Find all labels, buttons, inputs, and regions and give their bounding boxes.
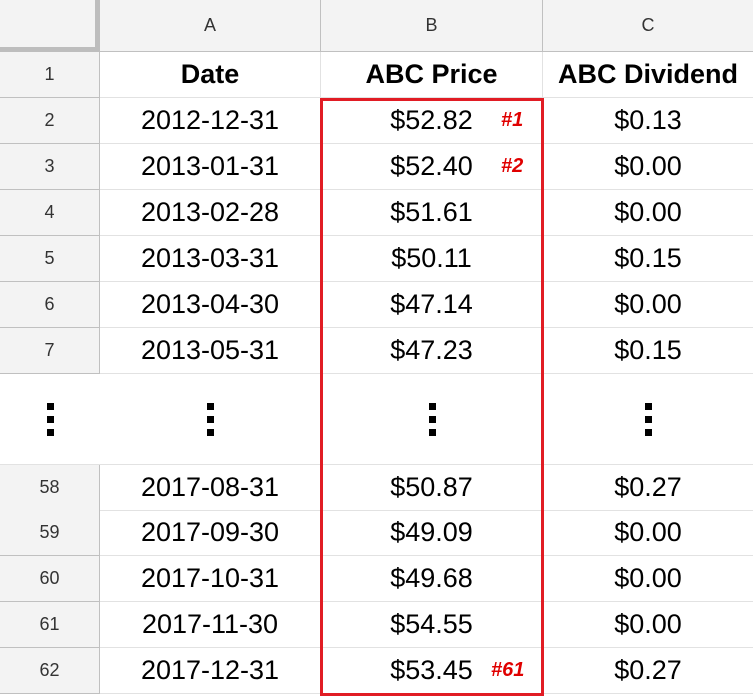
price-value: $53.45 [390, 655, 473, 685]
price-cell[interactable]: $49.68 [321, 556, 543, 602]
table-row: 5 2013-03-31 $50.11 $0.15 [0, 236, 753, 282]
column-header-a[interactable]: A [100, 0, 321, 52]
vertical-ellipsis-icon [46, 402, 54, 436]
price-cell[interactable]: $51.61 [321, 190, 543, 236]
ellipsis-rownum [0, 374, 100, 464]
price-cell[interactable]: $54.55 [321, 602, 543, 648]
dividend-cell[interactable]: $0.00 [543, 556, 753, 602]
row-number[interactable]: 3 [0, 144, 100, 190]
column-header-row: A B C [0, 0, 753, 52]
row-number[interactable]: 60 [0, 556, 100, 602]
spreadsheet-grid: A B C 1 Date ABC Price ABC Dividend 2 20… [0, 0, 753, 700]
price-cell[interactable]: $52.82 #1 [321, 98, 543, 144]
date-cell[interactable]: 2012-12-31 [100, 98, 321, 144]
date-cell[interactable]: 2013-03-31 [100, 236, 321, 282]
dividend-cell[interactable]: $0.15 [543, 328, 753, 374]
date-cell[interactable]: 2017-12-31 [100, 648, 321, 694]
date-cell[interactable]: 2017-10-31 [100, 556, 321, 602]
order-tag: #2 [501, 155, 524, 177]
dividend-cell[interactable]: $0.27 [543, 465, 753, 511]
date-header-cell[interactable]: Date [100, 52, 321, 98]
order-tag: #1 [501, 109, 524, 131]
table-row: 59 2017-09-30 $49.09 $0.00 [0, 510, 753, 556]
vertical-ellipsis-icon [428, 402, 436, 436]
table-row: 7 2013-05-31 $47.23 $0.15 [0, 328, 753, 374]
price-value: $52.82 [390, 105, 473, 135]
row-number[interactable]: 6 [0, 282, 100, 328]
ellipsis-col-c [543, 374, 753, 464]
table-row: 6 2013-04-30 $47.14 $0.00 [0, 282, 753, 328]
price-cell[interactable]: $50.87 [321, 465, 543, 511]
row-number[interactable]: 7 [0, 328, 100, 374]
vertical-ellipsis-icon [644, 402, 652, 436]
ellipsis-col-a [100, 374, 321, 464]
dividend-header-cell[interactable]: ABC Dividend [543, 52, 753, 98]
price-cell[interactable]: $47.23 [321, 328, 543, 374]
header-data-row: 1 Date ABC Price ABC Dividend [0, 52, 753, 98]
dividend-cell[interactable]: $0.00 [543, 510, 753, 556]
date-cell[interactable]: 2017-11-30 [100, 602, 321, 648]
order-tag: #61 [491, 659, 525, 681]
table-row: 60 2017-10-31 $49.68 $0.00 [0, 556, 753, 602]
date-cell[interactable]: 2013-01-31 [100, 144, 321, 190]
select-all-corner[interactable] [0, 0, 100, 52]
table-row: 3 2013-01-31 $52.40 #2 $0.00 [0, 144, 753, 190]
ellipsis-col-b [321, 374, 543, 464]
date-cell[interactable]: 2013-05-31 [100, 328, 321, 374]
row-number[interactable]: 1 [0, 52, 100, 98]
dividend-cell[interactable]: $0.00 [543, 144, 753, 190]
price-cell[interactable]: $47.14 [321, 282, 543, 328]
dividend-cell[interactable]: $0.13 [543, 98, 753, 144]
row-number[interactable]: 4 [0, 190, 100, 236]
table-row: 58 2017-08-31 $50.87 $0.27 [0, 464, 753, 511]
date-cell[interactable]: 2013-04-30 [100, 282, 321, 328]
row-number[interactable]: 59 [0, 510, 100, 556]
dividend-cell[interactable]: $0.00 [543, 602, 753, 648]
table-row: 2 2012-12-31 $52.82 #1 $0.13 [0, 98, 753, 144]
column-header-c[interactable]: C [543, 0, 753, 52]
row-number[interactable]: 62 [0, 648, 100, 694]
row-number[interactable]: 61 [0, 602, 100, 648]
date-cell[interactable]: 2013-02-28 [100, 190, 321, 236]
vertical-ellipsis-icon [207, 402, 214, 436]
row-number[interactable]: 2 [0, 98, 100, 144]
dividend-cell[interactable]: $0.00 [543, 190, 753, 236]
price-cell[interactable]: $50.11 [321, 236, 543, 282]
column-header-b[interactable]: B [321, 0, 543, 52]
price-cell[interactable]: $52.40 #2 [321, 144, 543, 190]
dividend-cell[interactable]: $0.27 [543, 648, 753, 694]
table-row: 62 2017-12-31 $53.45 #61 $0.27 [0, 648, 753, 694]
omitted-rows-gap [0, 374, 753, 464]
dividend-cell[interactable]: $0.15 [543, 236, 753, 282]
row-number[interactable]: 58 [0, 465, 100, 511]
row-number[interactable]: 5 [0, 236, 100, 282]
price-value: $52.40 [390, 151, 473, 181]
dividend-cell[interactable]: $0.00 [543, 282, 753, 328]
date-cell[interactable]: 2017-08-31 [100, 465, 321, 511]
price-cell[interactable]: $53.45 #61 [321, 648, 543, 694]
price-cell[interactable]: $49.09 [321, 510, 543, 556]
table-row: 4 2013-02-28 $51.61 $0.00 [0, 190, 753, 236]
table-row: 61 2017-11-30 $54.55 $0.00 [0, 602, 753, 648]
date-cell[interactable]: 2017-09-30 [100, 510, 321, 556]
price-header-cell[interactable]: ABC Price [321, 52, 543, 98]
